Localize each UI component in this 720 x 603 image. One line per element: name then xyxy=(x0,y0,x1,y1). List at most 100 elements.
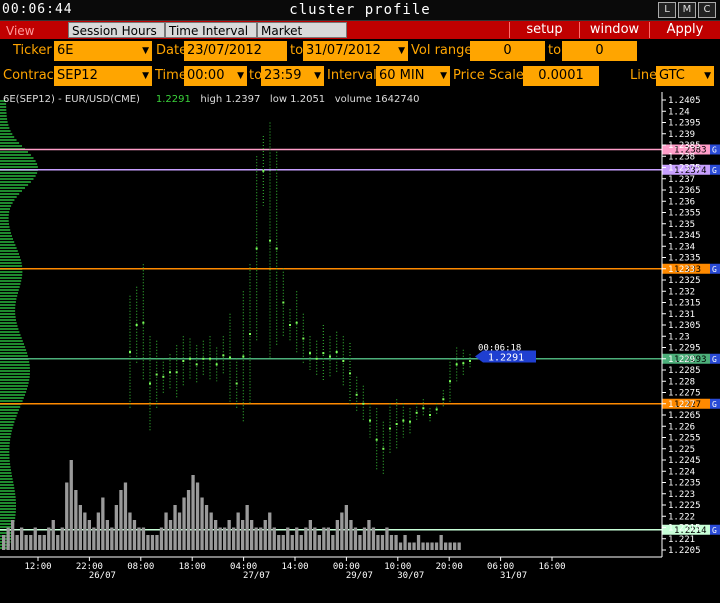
volume-bar xyxy=(340,512,344,550)
volume-bar xyxy=(407,542,412,550)
price-tick-label: 1.2275 xyxy=(668,389,701,399)
price-bar-marker xyxy=(322,352,325,355)
price-bars xyxy=(129,122,471,476)
setup-button[interactable]: setup xyxy=(509,22,579,38)
ticker-select[interactable]: 6E ▼ xyxy=(54,41,152,61)
volume-bar xyxy=(439,535,443,550)
price-tick-label: 1.226 xyxy=(668,422,695,432)
profile-bar xyxy=(0,361,30,363)
tab-time-interval[interactable]: Time Interval xyxy=(165,22,257,38)
price-tick-label: 1.239 xyxy=(668,130,695,140)
volume-bar xyxy=(227,520,231,550)
date-label: Date xyxy=(156,43,188,58)
profile-bar xyxy=(0,379,30,381)
line-select[interactable]: GTC ▼ xyxy=(656,66,714,86)
profile-bar xyxy=(0,382,29,384)
time-from-select[interactable]: 00:00 ▼ xyxy=(184,66,247,86)
profile-bar xyxy=(0,388,27,390)
profile-bar xyxy=(0,316,16,318)
price-tick-label: 1.2385 xyxy=(668,141,701,151)
volume-bar xyxy=(236,512,240,550)
price-bar-marker xyxy=(255,247,258,250)
volume-bar xyxy=(281,535,285,550)
window-button-c[interactable]: C xyxy=(698,2,716,18)
profile-bar xyxy=(0,133,13,135)
date-to-select[interactable]: 31/07/2012 ▼ xyxy=(303,41,408,61)
volume-bar xyxy=(376,535,380,550)
profile-bar xyxy=(0,355,28,357)
price-tick-label: 1.238 xyxy=(668,152,695,162)
price-tick-label: 1.223 xyxy=(668,490,695,500)
time-tick-date: 31/07 xyxy=(500,571,527,581)
profile-bar xyxy=(0,136,15,138)
profile-bar xyxy=(0,118,8,120)
profile-bar xyxy=(0,463,11,465)
volume-bar xyxy=(65,482,69,550)
volume-bar xyxy=(403,535,407,550)
interval-select[interactable]: 60 MIN ▼ xyxy=(376,66,450,86)
tab-view-dom[interactable]: View DOM xyxy=(2,22,68,54)
time-axis[interactable]: 12:00 22:0026/0708:00 18:00 04:0027/0714:00… xyxy=(0,556,662,581)
price-axis[interactable]: 1.24051.241.23951.2391.23851.2381.23751.… xyxy=(661,92,701,557)
line-value: GTC xyxy=(659,68,685,83)
ticker-label: Ticker xyxy=(13,43,52,58)
profile-bar xyxy=(0,370,30,372)
price-tick-label: 1.2255 xyxy=(668,434,701,444)
price-bar-marker xyxy=(235,382,238,385)
volume-bar xyxy=(434,542,439,550)
volume-bar xyxy=(137,527,141,550)
volume-bar xyxy=(421,542,425,550)
window-menu-button[interactable]: window xyxy=(579,22,649,38)
profile-bar xyxy=(0,208,10,210)
tab-session-hours[interactable]: Session Hours xyxy=(68,22,165,38)
cluster-chart[interactable]: 1.2383 G1.2374 G1.233 G1.2293 G1.227 G1.2214 G… xyxy=(0,92,720,603)
volume-bar xyxy=(69,460,73,550)
contract-select[interactable]: SEP12 ▼ xyxy=(54,66,152,86)
profile-bar xyxy=(0,262,22,264)
price-bar-marker xyxy=(442,398,445,401)
profile-bar xyxy=(0,535,12,537)
volume-bar xyxy=(371,527,376,550)
price-scale-field[interactable]: 0.0001 xyxy=(523,66,599,86)
chevron-down-icon: ▼ xyxy=(314,71,321,81)
vol-max-field[interactable]: 0 xyxy=(562,41,637,61)
profile-bar xyxy=(0,472,12,474)
volume-bar xyxy=(259,527,263,550)
window-button-m[interactable]: M xyxy=(678,2,696,18)
profile-bar xyxy=(0,352,28,354)
volume-bar xyxy=(87,520,91,550)
price-bar-marker xyxy=(215,363,218,366)
volume-bar xyxy=(209,512,213,550)
price-bar-marker xyxy=(135,324,138,326)
profile-bar xyxy=(0,322,17,324)
time-tick-date: 26/07 xyxy=(89,571,116,581)
window-button-l[interactable]: L xyxy=(658,2,676,18)
profile-bar xyxy=(0,145,22,147)
volume-bar xyxy=(344,505,348,550)
time-to-select[interactable]: 23:59 ▼ xyxy=(261,66,324,86)
volume-bar xyxy=(177,512,182,550)
profile-bar xyxy=(0,304,16,306)
profile-bar xyxy=(0,256,20,258)
price-bar-marker xyxy=(342,360,345,362)
volume-bar xyxy=(51,520,55,550)
profile-bar xyxy=(0,151,28,153)
profile-bar xyxy=(0,202,13,204)
price-bar-marker xyxy=(349,372,351,375)
vol-min-field[interactable]: 0 xyxy=(470,41,545,61)
price-tick-label: 1.221 xyxy=(668,535,695,545)
volume-bar xyxy=(290,535,294,550)
profile-bar xyxy=(0,505,16,507)
price-bar-marker xyxy=(375,438,378,441)
high-value: high 1.2397 xyxy=(200,94,261,105)
apply-button[interactable]: Apply xyxy=(649,22,720,38)
time-tick-date: 30/07 xyxy=(397,571,424,581)
profile-bar xyxy=(0,478,13,480)
date-from-field[interactable]: 23/07/2012 xyxy=(184,41,287,61)
volume-bar xyxy=(96,512,100,550)
price-bar-marker xyxy=(289,324,291,326)
volume-bar xyxy=(299,535,303,550)
price-bar-marker xyxy=(449,380,451,383)
tab-market-watch[interactable]: Market Watch xyxy=(257,22,347,54)
interval-label: Interval xyxy=(327,68,377,83)
